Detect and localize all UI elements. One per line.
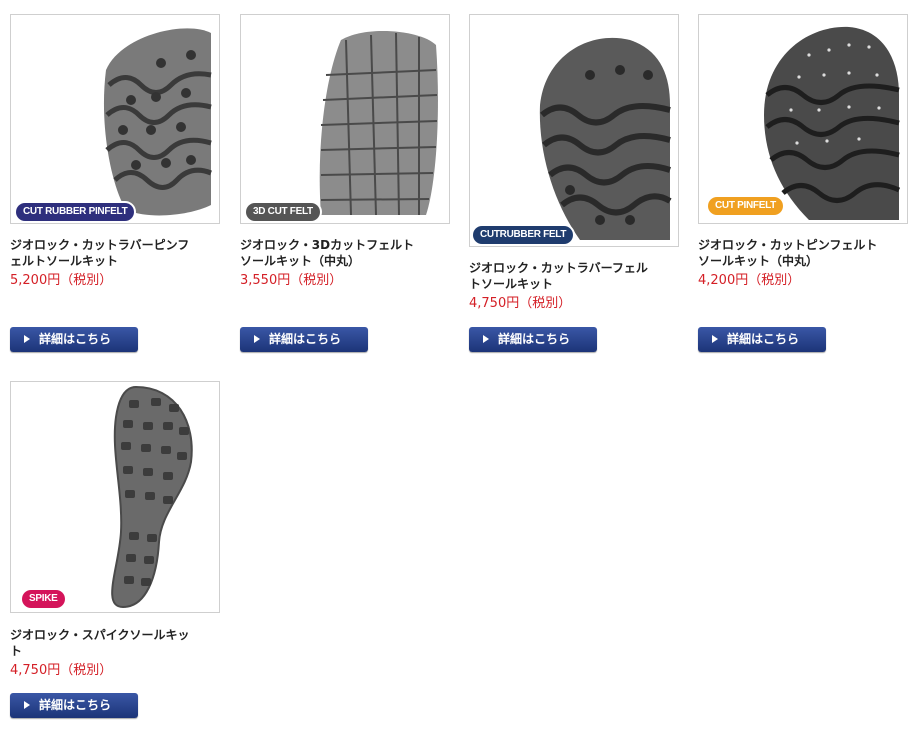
details-button[interactable]: 詳細はこちら	[10, 693, 138, 718]
play-icon	[24, 701, 30, 709]
details-button[interactable]: 詳細はこちら	[240, 327, 368, 352]
product-name[interactable]: ジオロック・カットラバーフェルトソールキット	[469, 260, 655, 292]
play-icon	[483, 335, 489, 343]
details-button[interactable]: 詳細はこちら	[10, 327, 138, 352]
product-price: 4,750円（税別）	[10, 663, 113, 678]
product-image[interactable]	[10, 14, 220, 224]
product-price: 3,550円（税別）	[240, 273, 343, 288]
product-badge: CUTRUBBER FELT	[473, 226, 574, 244]
details-button-label: 詳細はこちら	[269, 332, 342, 346]
product-price: 4,200円（税別）	[698, 273, 801, 288]
product-name[interactable]: ジオロック・3Dカットフェルトソールキット（中丸）	[240, 237, 426, 269]
play-icon	[24, 335, 30, 343]
details-button-label: 詳細はこちら	[39, 698, 112, 712]
product-image[interactable]	[10, 381, 220, 613]
product-image[interactable]	[469, 14, 679, 247]
product-badge: SPIKE	[22, 590, 65, 608]
product-image[interactable]	[240, 14, 450, 224]
details-button-label: 詳細はこちら	[498, 332, 571, 346]
details-button[interactable]: 詳細はこちら	[698, 327, 826, 352]
product-name[interactable]: ジオロック・カットピンフェルトソールキット（中丸）	[698, 237, 884, 269]
details-button-label: 詳細はこちら	[727, 332, 800, 346]
details-button[interactable]: 詳細はこちら	[469, 327, 597, 352]
details-button-label: 詳細はこちら	[39, 332, 112, 346]
product-name[interactable]: ジオロック・スパイクソールキット	[10, 627, 196, 659]
product-name[interactable]: ジオロック・カットラバーピンフェルトソールキット	[10, 237, 196, 269]
play-icon	[254, 335, 260, 343]
product-badge: 3D CUT FELT	[246, 203, 320, 221]
play-icon	[712, 335, 718, 343]
product-image[interactable]	[698, 14, 908, 224]
product-price: 4,750円（税別）	[469, 296, 572, 311]
product-badge: CUT RUBBER PINFELT	[16, 203, 135, 221]
product-badge: CUT PINFELT	[708, 197, 783, 215]
product-price: 5,200円（税別）	[10, 273, 113, 288]
